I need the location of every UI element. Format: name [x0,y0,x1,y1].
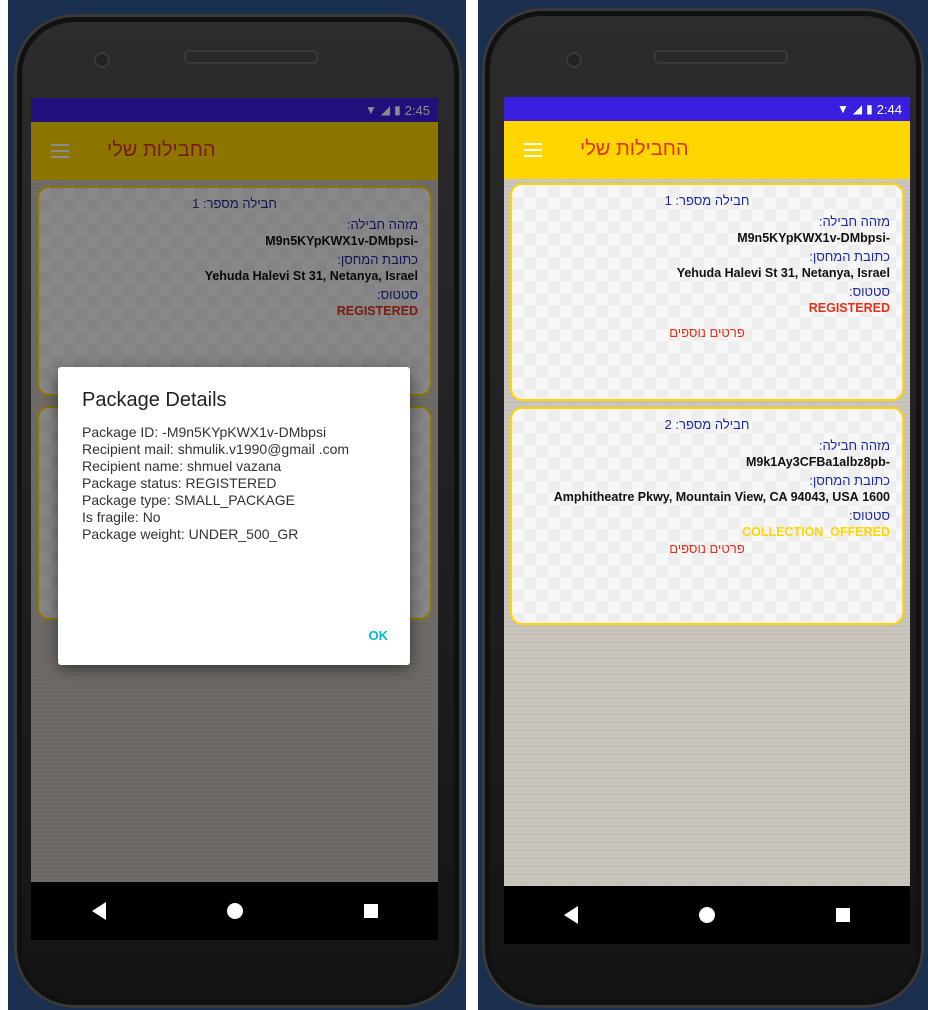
recents-icon[interactable] [835,908,850,922]
hamburger-menu-icon[interactable] [524,143,542,157]
earpiece-speaker [184,50,318,64]
status-value: COLLECTION_OFFERED [742,525,890,539]
wifi-icon: ▼ [836,102,849,116]
warehouse-address-value: 1600 Amphitheatre Pkwy, Mountain View, C… [553,490,890,504]
status-label: סטטוס: [848,284,890,299]
recents-icon[interactable] [363,904,378,918]
system-nav-bar [31,882,438,940]
package-card: חבילה מספר: 1 מזהה חבילה: -M9n5KYpKWX1v-… [510,183,904,401]
back-icon[interactable] [564,906,579,924]
right-phone-frame: ▼ ◢ ▮ 2:44 החבילות שלי חבילה מספר: 1 מזה… [482,8,924,1008]
package-id-value: -M9k1Ay3CFBa1albz8pb [745,455,890,469]
package-status-line: Package status: REGISTERED [82,475,277,491]
status-bar: ▼ ◢ ▮ 2:44 [504,97,910,121]
package-card: חבילה מספר: 2 מזהה חבילה: -M9k1Ay3CFBa1a… [510,407,904,625]
left-phone-frame: ▼ ◢ ▮ 2:45 החבילות שלי חבילה מספר: 1 מזה… [14,14,462,1008]
status-time: 2:44 [876,101,902,117]
more-details-button[interactable]: פרטים נוספים [524,541,890,556]
app-bar: החבילות שלי [504,121,910,179]
ok-button[interactable]: OK [369,628,389,643]
left-screen: ▼ ◢ ▮ 2:45 החבילות שלי חבילה מספר: 1 מזה… [31,98,438,884]
status-value: REGISTERED [808,301,890,315]
warehouse-address-label: כתובת המחסן: [809,249,890,264]
home-icon[interactable] [226,903,243,919]
home-icon[interactable] [698,907,715,923]
package-number: חבילה מספר: 1 [664,193,750,208]
back-icon[interactable] [91,902,106,920]
right-screen: ▼ ◢ ▮ 2:44 החבילות שלי חבילה מספר: 1 מזה… [504,97,910,887]
packages-list[interactable]: חבילה מספר: 1 מזהה חבילה: -M9n5KYpKWX1v-… [504,179,910,887]
battery-icon: ▮ [866,102,873,116]
app-title: החבילות שלי [580,138,689,160]
package-details-dialog: Package Details Package ID: -M9n5KYpKWX1… [58,367,410,665]
package-id-label: מזהה חבילה: [818,438,890,453]
package-id-label: מזהה חבילה: [818,214,890,229]
front-camera [566,52,582,68]
package-number: חבילה מספר: 2 [664,417,750,432]
front-camera [94,52,110,68]
signal-icon: ◢ [852,102,863,116]
more-details-button[interactable]: פרטים נוספים [524,325,890,340]
system-nav-bar [504,886,910,944]
warehouse-address-value: Yehuda Halevi St 31, Netanya, Israel [676,266,890,280]
warehouse-address-label: כתובת המחסן: [809,473,890,488]
dialog-title: Package Details [82,389,227,411]
recipient-name-line: Recipient name: shmuel vazana [82,458,282,474]
earpiece-speaker [654,50,788,64]
package-id-line: Package ID: -M9n5KYpKWX1v-DMbpsi [82,424,327,440]
recipient-mail-line: Recipient mail: shmulik.v1990@gmail .com [82,441,350,457]
status-label: סטטוס: [848,508,890,523]
package-id-value: -M9n5KYpKWX1v-DMbpsi [737,231,890,245]
fragile-line: Is fragile: No [82,509,161,525]
package-weight-line: Package weight: UNDER_500_GR [82,526,299,542]
package-type-line: Package type: SMALL_PACKAGE [82,492,295,508]
